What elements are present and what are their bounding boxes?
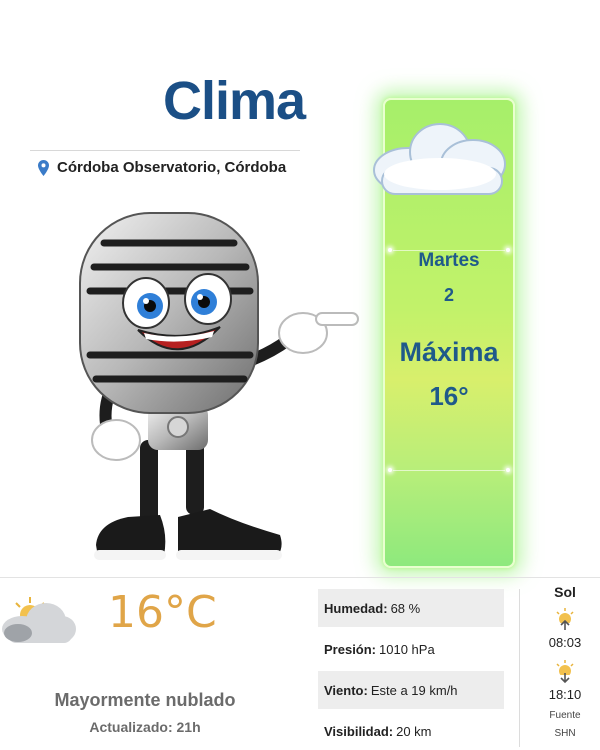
partly-cloudy-icon bbox=[2, 597, 76, 643]
stat-value: 68 % bbox=[390, 600, 421, 616]
stat-label: Visibilidad: bbox=[324, 723, 394, 739]
stat-value: 1010 hPa bbox=[379, 641, 435, 657]
stat-label: Viento: bbox=[324, 682, 368, 698]
forecast-day-number: 2 bbox=[443, 285, 454, 305]
sunrise-time: 08:03 bbox=[548, 635, 582, 650]
sunrise-icon bbox=[554, 608, 576, 632]
stat-humidity: Humedad: 68 % bbox=[318, 589, 504, 627]
stat-value: Este a 19 km/h bbox=[370, 682, 458, 698]
forecast-day-name: Martes bbox=[418, 250, 480, 271]
current-temperature: 16°C bbox=[108, 587, 217, 638]
source-label: Fuente bbox=[549, 710, 581, 721]
sunset-time: 18:10 bbox=[548, 687, 582, 702]
stat-visibility: Visibilidad: 20 km bbox=[318, 712, 504, 750]
sun-title: Sol bbox=[554, 584, 576, 600]
stat-label: Humedad: bbox=[324, 600, 388, 616]
cloud-icon bbox=[373, 123, 506, 195]
stat-value: 20 km bbox=[396, 723, 432, 739]
forecast-max-label: Máxima bbox=[399, 337, 499, 367]
title-divider bbox=[30, 150, 300, 151]
column-separator bbox=[519, 589, 520, 747]
stat-label: Presión: bbox=[324, 641, 377, 657]
forecast-max-value: 16° bbox=[429, 381, 469, 411]
panel-divider bbox=[0, 577, 600, 578]
sunset-icon bbox=[554, 660, 576, 684]
location-label: Córdoba Observatorio, Córdoba bbox=[57, 159, 287, 176]
microphone-mascot-image bbox=[79, 212, 359, 560]
location-pin-icon bbox=[38, 159, 49, 176]
page-title: Clima bbox=[163, 71, 306, 131]
source-name: SHN bbox=[554, 728, 576, 739]
stat-wind: Viento: Este a 19 km/h bbox=[318, 671, 504, 709]
current-condition: Mayormente nublado bbox=[54, 690, 236, 710]
stats-list: Humedad: 68 % Presión: 1010 hPa Viento: … bbox=[318, 589, 504, 750]
stat-pressure: Presión: 1010 hPa bbox=[318, 630, 504, 668]
updated-label: Actualizado: 21h bbox=[89, 719, 201, 735]
sun-column: Sol 08:03 18:10 Fuente SHN bbox=[530, 584, 600, 740]
location-row: Córdoba Observatorio, Córdoba bbox=[38, 159, 286, 176]
